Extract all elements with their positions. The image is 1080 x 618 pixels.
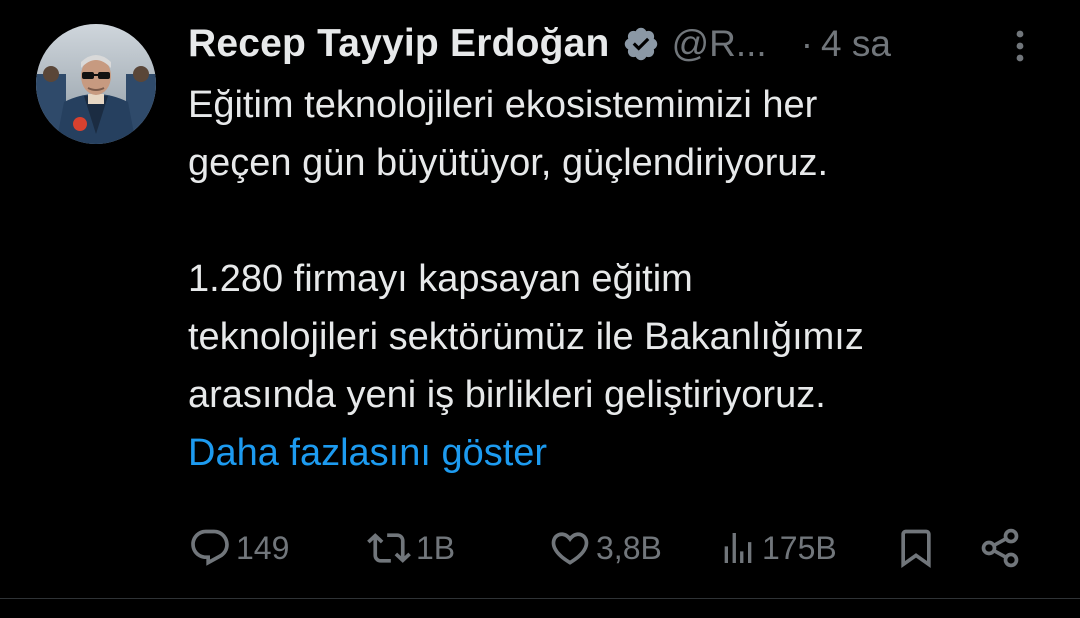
tweet[interactable]: Recep Tayyip Erdoğan @R... · 4 sa Eğitim… [0, 0, 1080, 598]
tweet-text: Eğitim teknolojileri ekosistemimizi her … [188, 76, 1048, 482]
avatar[interactable] [36, 24, 156, 144]
reply-count: 149 [236, 529, 290, 566]
tweet-text-line: arasında yeni iş birlikleri geliştiriyor… [188, 374, 826, 416]
author-handle[interactable]: @R... [672, 23, 767, 65]
views-button[interactable]: 175B [718, 520, 837, 576]
repost-icon [366, 526, 412, 570]
bookmark-icon [894, 526, 938, 570]
repost-count: 1B [416, 529, 456, 566]
separator-dot: · [800, 23, 814, 64]
tweet-divider [0, 598, 1080, 599]
tweet-header: Recep Tayyip Erdoğan @R... · 4 sa [188, 18, 1048, 70]
reply-button[interactable]: 149 [188, 520, 289, 576]
tweet-text-line: Eğitim teknolojileri ekosistemimizi her [188, 84, 818, 126]
views-count: 175B [762, 529, 837, 566]
share-icon [978, 526, 1022, 570]
like-button[interactable]: 3,8B [548, 520, 662, 576]
tweet-text-line: geçen gün büyütüyor, güçlendiriyoruz. [188, 142, 829, 184]
reply-icon [188, 526, 232, 570]
like-count: 3,8B [596, 529, 662, 566]
more-vertical-icon[interactable] [1008, 26, 1032, 66]
verified-badge-icon [622, 25, 660, 63]
tweet-text-line: 1.280 firmayı kapsayan eğitim [188, 258, 693, 300]
repost-button[interactable]: 1B [366, 520, 455, 576]
show-more-link[interactable]: Daha fazlasını göster [188, 424, 547, 482]
share-button[interactable] [978, 520, 1022, 576]
tweet-text-line: teknolojileri sektörümüz ile Bakanlığımı… [188, 316, 864, 358]
timestamp[interactable]: 4 sa [821, 23, 891, 65]
action-bar: 149 1B 3,8B 175B [0, 520, 1080, 576]
avatar-image [36, 24, 156, 144]
heart-icon [548, 526, 592, 570]
bookmark-button[interactable] [894, 520, 938, 576]
views-icon [718, 526, 758, 570]
author-name[interactable]: Recep Tayyip Erdoğan [188, 22, 610, 66]
